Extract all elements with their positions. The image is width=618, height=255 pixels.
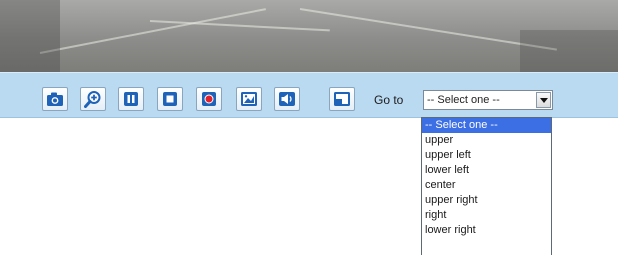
stop-button[interactable] xyxy=(157,87,183,111)
fullscreen-icon xyxy=(334,92,350,106)
video-preview xyxy=(0,0,618,72)
zoom-button[interactable] xyxy=(80,87,106,111)
dropdown-option[interactable]: lower left xyxy=(422,163,551,178)
dropdown-option[interactable]: lower right xyxy=(422,223,551,238)
record-button[interactable] xyxy=(196,87,222,111)
dropdown-option[interactable]: upper xyxy=(422,133,551,148)
camera-icon xyxy=(47,92,63,106)
dropdown-option[interactable]: right xyxy=(422,208,551,223)
goto-dropdown-list: -- Select one -- upper upper left lower … xyxy=(421,117,552,255)
dropdown-option[interactable]: center xyxy=(422,178,551,193)
dropdown-option[interactable]: upper left xyxy=(422,148,551,163)
stop-icon xyxy=(163,92,177,106)
dropdown-option[interactable]: upper right xyxy=(422,193,551,208)
volume-button[interactable] xyxy=(274,87,300,111)
trigger-icon xyxy=(241,92,257,106)
speaker-icon xyxy=(279,92,295,106)
pause-button[interactable] xyxy=(118,87,144,111)
goto-preset-select[interactable]: -- Select one -- xyxy=(423,90,553,110)
dropdown-option[interactable]: -- Select one -- xyxy=(422,118,551,133)
chevron-down-icon xyxy=(539,97,548,103)
dropdown-arrow-button[interactable] xyxy=(536,92,551,108)
goto-select-value: -- Select one -- xyxy=(427,94,500,106)
record-icon xyxy=(202,92,216,106)
pause-icon xyxy=(124,92,138,106)
manual-trigger-button[interactable] xyxy=(236,87,262,111)
fullscreen-button[interactable] xyxy=(329,87,355,111)
snapshot-button[interactable] xyxy=(42,87,68,111)
zoom-in-icon xyxy=(84,91,101,108)
goto-label: Go to xyxy=(374,93,404,107)
